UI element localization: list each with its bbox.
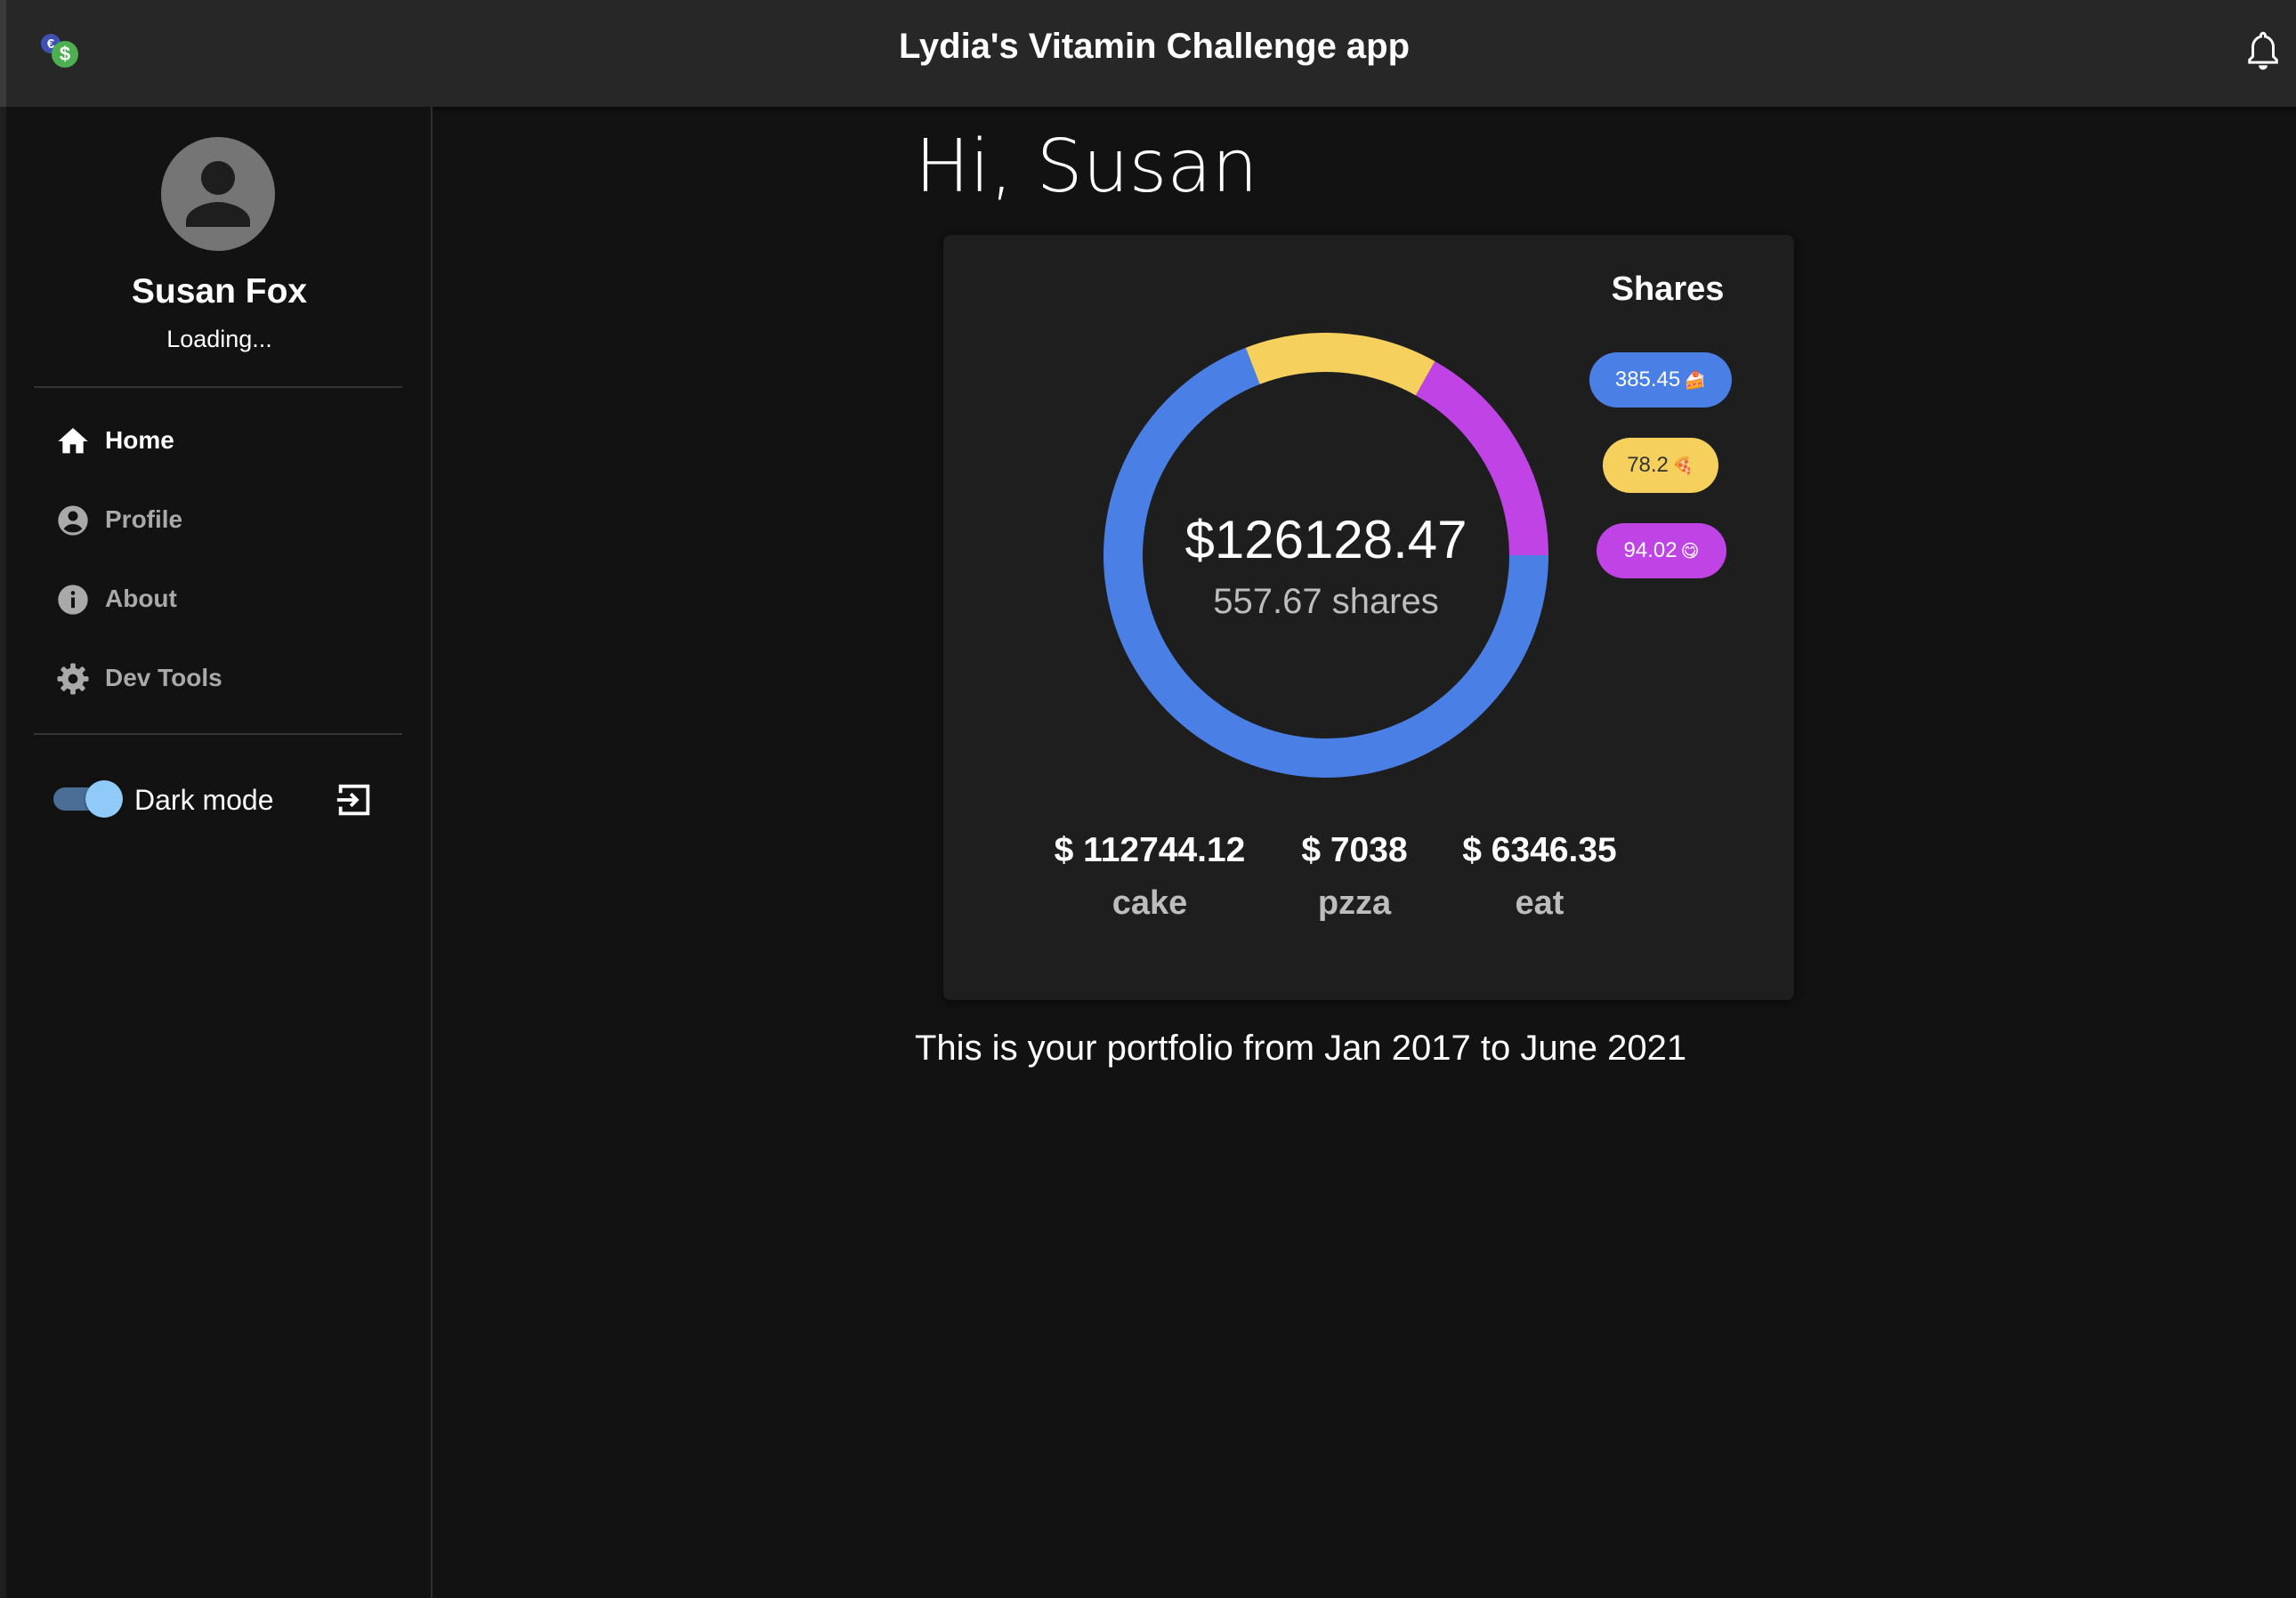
pizza-icon: 🍕: [1671, 456, 1694, 476]
share-chip-eat[interactable]: 94.02 😋: [1597, 523, 1726, 578]
portfolio-period-text: This is your portfolio from Jan 2017 to …: [915, 1029, 1687, 1068]
toggle-thumb: [85, 780, 123, 818]
value-name: cake: [1112, 884, 1188, 922]
chip-label: 94.02: [1623, 538, 1678, 562]
divider: [34, 386, 402, 388]
user-name: Susan Fox: [131, 272, 308, 311]
sidebar-item-profile[interactable]: Profile: [34, 488, 402, 553]
value-eat: $ 6346.35 eat: [1452, 831, 1627, 923]
exit-icon[interactable]: [334, 779, 375, 820]
divider: [34, 733, 402, 735]
sidebar-item-dev-tools[interactable]: Dev Tools: [34, 647, 402, 711]
chip-label: 78.2: [1627, 453, 1669, 477]
home-icon: [58, 428, 88, 454]
sidebar-item-home[interactable]: Home: [34, 409, 402, 473]
sidebar: Susan Fox Loading... Home Profile About: [0, 107, 433, 1598]
sidebar-item-about[interactable]: About: [34, 568, 402, 632]
user-status: Loading...: [166, 326, 272, 352]
avatar[interactable]: [161, 137, 275, 251]
value-name: eat: [1515, 884, 1564, 922]
app-title: Lydia's Vitamin Challenge app: [898, 27, 1411, 66]
total-value: $126128.47: [1184, 510, 1467, 569]
value-amount: $ 6346.35: [1462, 831, 1617, 869]
donut-slice-pzza: [1245, 333, 1435, 396]
account-circle-icon: [58, 505, 88, 536]
share-chip-cake[interactable]: 385.45 🍰: [1589, 352, 1732, 408]
sidebar-item-label: Dev Tools: [105, 664, 222, 691]
value-pzza: $ 7038 pzza: [1290, 831, 1419, 923]
person-icon: [186, 161, 250, 227]
greeting: Hi, Susan: [915, 125, 1258, 209]
value-name: pzza: [1317, 884, 1392, 922]
total-shares: 557.67 shares: [1213, 582, 1439, 621]
portfolio-card: $126128.47 557.67 shares Shares 385.45 🍰…: [943, 235, 1794, 1000]
dark-mode-label: Dark mode: [134, 784, 274, 816]
yum-face-icon: 😋: [1680, 541, 1700, 561]
shares-title: Shares: [1611, 270, 1725, 308]
sidebar-item-label: Profile: [105, 505, 183, 533]
share-chip-pizza[interactable]: 78.2 🍕: [1603, 438, 1718, 493]
chip-label: 385.45: [1614, 367, 1681, 391]
sidebar-item-label: Home: [105, 426, 174, 454]
info-icon: [58, 585, 88, 615]
app-bar: € $ Lydia's Vitamin Challenge app: [0, 0, 2296, 107]
value-amount: $ 7038: [1301, 831, 1408, 869]
value-cake: $ 112744.12 cake: [1050, 831, 1249, 923]
bell-icon[interactable]: [2245, 30, 2281, 71]
value-amount: $ 112744.12: [1054, 831, 1246, 869]
gear-icon: [57, 663, 89, 695]
cake-icon: 🍰: [1684, 370, 1707, 391]
dark-mode-toggle[interactable]: [50, 779, 126, 818]
sidebar-item-label: About: [105, 585, 177, 612]
